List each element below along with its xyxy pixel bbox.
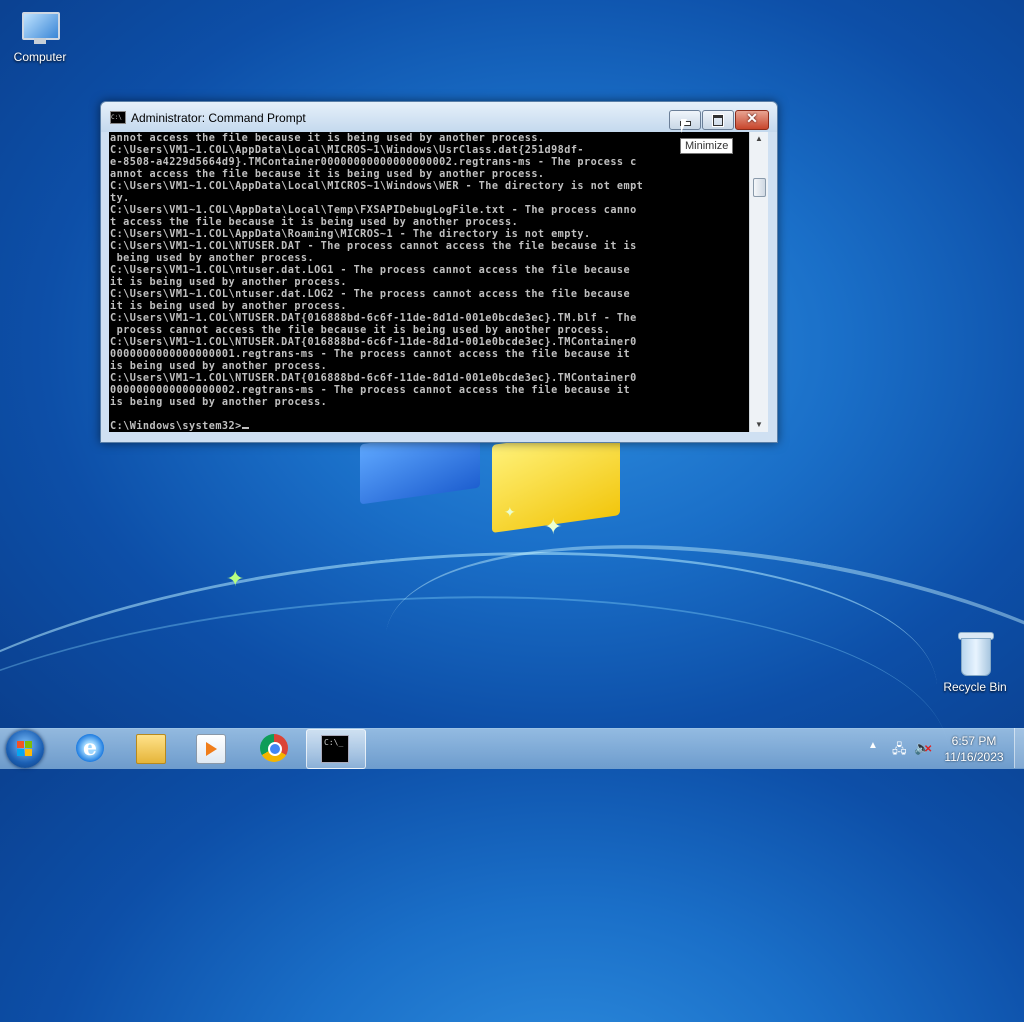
chrome-icon xyxy=(260,734,288,762)
desktop-icon-label: Recycle Bin xyxy=(943,680,1007,694)
desktop-icon-label: Computer xyxy=(13,50,67,64)
start-button[interactable] xyxy=(6,730,44,768)
command-prompt-window[interactable]: C:\ Administrator: Command Prompt ✕ anno… xyxy=(100,101,778,443)
desktop-icon-computer[interactable]: Computer xyxy=(0,10,80,64)
console-text: annot access the file because it is bein… xyxy=(110,133,644,432)
scroll-down-arrow-icon[interactable]: ▼ xyxy=(750,418,768,432)
desktop-icon-recycle-bin[interactable]: Recycle Bin xyxy=(935,632,1015,694)
computer-icon xyxy=(18,10,62,46)
taskbar-internet-explorer[interactable]: e xyxy=(62,729,118,767)
windows-logo-icon xyxy=(17,741,33,757)
text-cursor xyxy=(241,427,249,429)
media-player-icon xyxy=(196,734,226,764)
recycle-bin-icon xyxy=(958,632,994,676)
vertical-scrollbar[interactable]: ▲ ▼ xyxy=(749,132,768,432)
taskbar-chrome[interactable] xyxy=(246,729,302,767)
wallpaper-sparkle: ✦ xyxy=(544,514,563,539)
mouse-pointer-icon xyxy=(681,119,687,133)
show-desktop-button[interactable] xyxy=(1014,728,1024,768)
maximize-icon xyxy=(712,114,724,127)
taskbar-media-player[interactable] xyxy=(182,729,238,767)
volume-muted-icon[interactable]: 🔈 ✕ xyxy=(914,740,934,756)
cmd-icon: C:\ xyxy=(110,111,126,124)
window-titlebar[interactable]: C:\ Administrator: Command Prompt ✕ xyxy=(101,102,777,132)
folder-icon xyxy=(136,734,166,764)
wallpaper-sparkle: ✦ xyxy=(226,566,245,591)
wallpaper-swoosh xyxy=(361,490,1024,914)
wallpaper-swoosh xyxy=(0,560,962,1022)
window-title: Administrator: Command Prompt xyxy=(131,111,306,125)
close-icon: ✕ xyxy=(746,110,758,126)
scroll-thumb[interactable] xyxy=(753,178,766,197)
scroll-up-arrow-icon[interactable]: ▲ xyxy=(750,132,768,146)
minimize-tooltip: Minimize xyxy=(680,138,734,154)
show-hidden-icons-arrow-icon[interactable]: ▲ xyxy=(868,740,878,751)
ie-icon: e xyxy=(76,734,104,762)
close-button[interactable]: ✕ xyxy=(735,110,769,130)
network-icon[interactable]: 🖧 xyxy=(892,740,908,756)
taskbar-command-prompt[interactable]: C:\_ xyxy=(306,729,366,769)
taskbar-file-explorer[interactable] xyxy=(122,729,178,767)
console-output[interactable]: annot access the file because it is bein… xyxy=(109,132,749,432)
system-clock[interactable]: 6:57 PM 11/16/2023 xyxy=(938,733,1010,765)
maximize-button[interactable] xyxy=(702,110,734,130)
clock-time: 6:57 PM xyxy=(951,734,997,748)
clock-date: 11/16/2023 xyxy=(944,750,1004,764)
wallpaper-sparkle: ✦ xyxy=(504,504,516,520)
cmd-icon: C:\_ xyxy=(321,735,349,763)
